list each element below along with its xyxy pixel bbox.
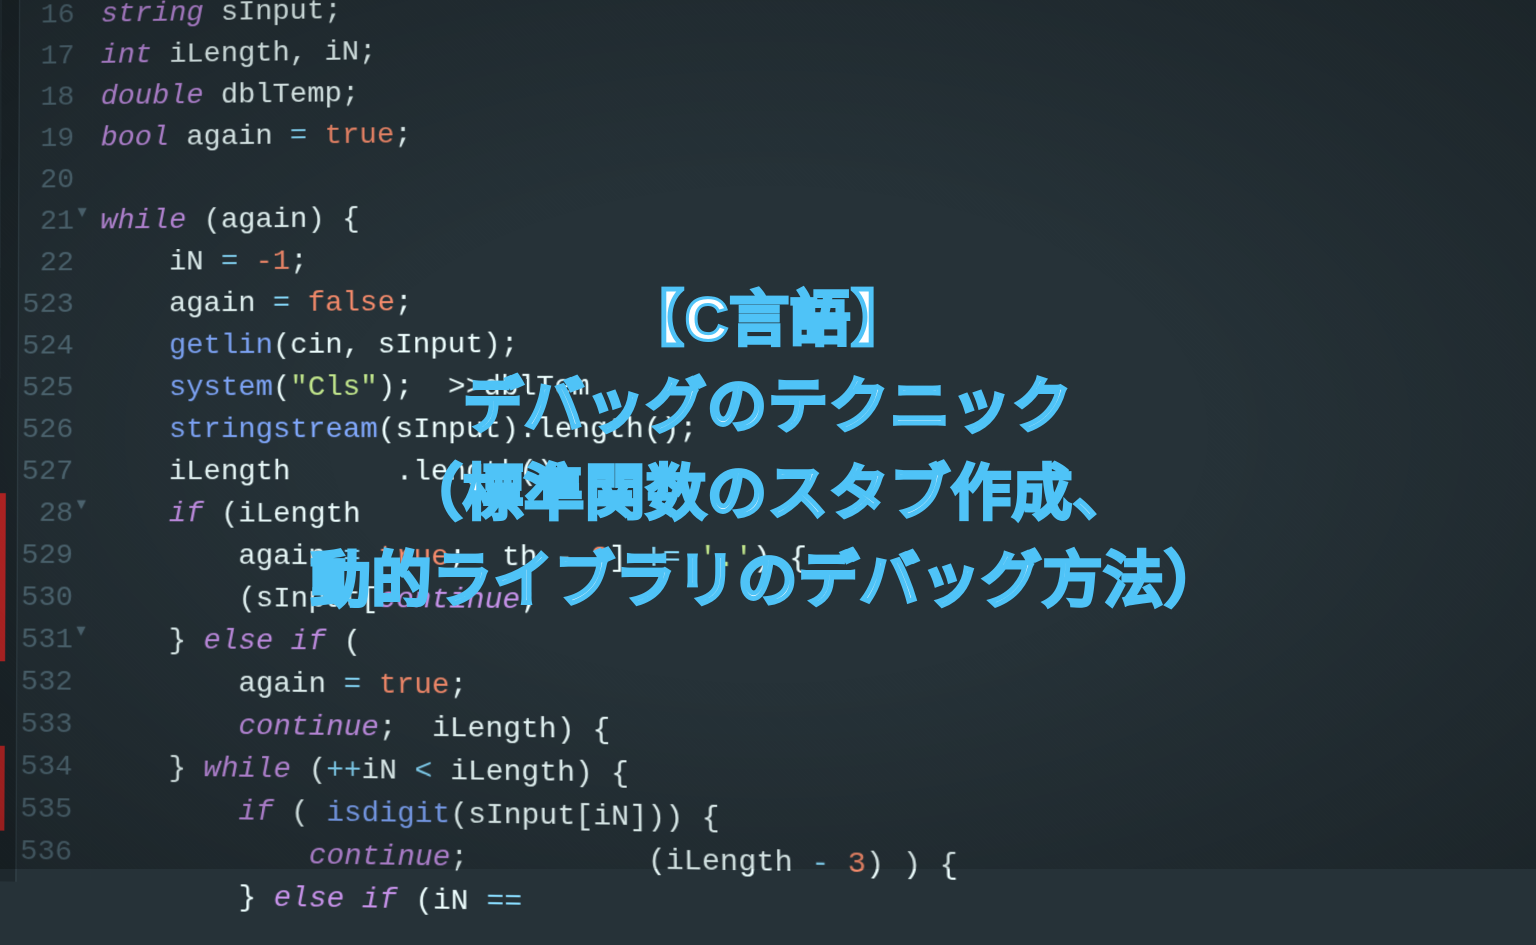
line-number: 535	[17, 788, 73, 831]
fold-arrow-icon[interactable]: ▾	[73, 493, 89, 516]
line-number: 526	[18, 409, 73, 451]
line-number: 527	[18, 451, 73, 493]
line-number: 532	[17, 661, 73, 704]
line-number: 16	[20, 0, 75, 37]
line-number: 523	[19, 284, 74, 326]
code-line: stringstream(sInput).length();	[100, 408, 1536, 452]
line-number: 530	[18, 577, 73, 619]
code-line: if (iLength	[100, 493, 1536, 541]
gutter-marker-red	[0, 746, 5, 831]
code-area[interactable]: string sInput; int iLength, iN; double d…	[91, 0, 1536, 909]
line-number: 18	[20, 77, 75, 119]
line-number: 21	[19, 201, 74, 243]
code-line: getlin(cin, sInput);	[100, 320, 1536, 368]
line-number: 524	[19, 326, 74, 368]
fold-arrow-icon[interactable]: ▾	[73, 620, 89, 643]
line-number: 533	[17, 704, 73, 747]
code-editor: 16 17 18 19 20 21 22 523 524 525 526 527…	[0, 0, 1536, 909]
code-line: system("Cls"); >>dblTem	[100, 364, 1536, 410]
line-number: 525	[18, 368, 73, 410]
line-number: 536	[16, 831, 72, 874]
code-line: iLength .length();	[100, 451, 1536, 496]
line-number-gutter: 16 17 18 19 20 21 22 523 524 525 526 527…	[16, 0, 92, 883]
line-number: 20	[19, 160, 74, 202]
code-line: again = false;	[100, 276, 1536, 326]
line-number: 19	[19, 119, 74, 161]
line-number: 22	[19, 243, 74, 285]
line-number: 28	[18, 493, 73, 535]
line-number: 534	[17, 746, 73, 789]
line-number: 529	[18, 535, 73, 577]
fold-arrow-icon[interactable]: ▾	[74, 201, 90, 223]
line-number: 531	[17, 619, 72, 662]
gutter-marker-red	[0, 493, 6, 661]
line-number: 17	[20, 36, 75, 78]
